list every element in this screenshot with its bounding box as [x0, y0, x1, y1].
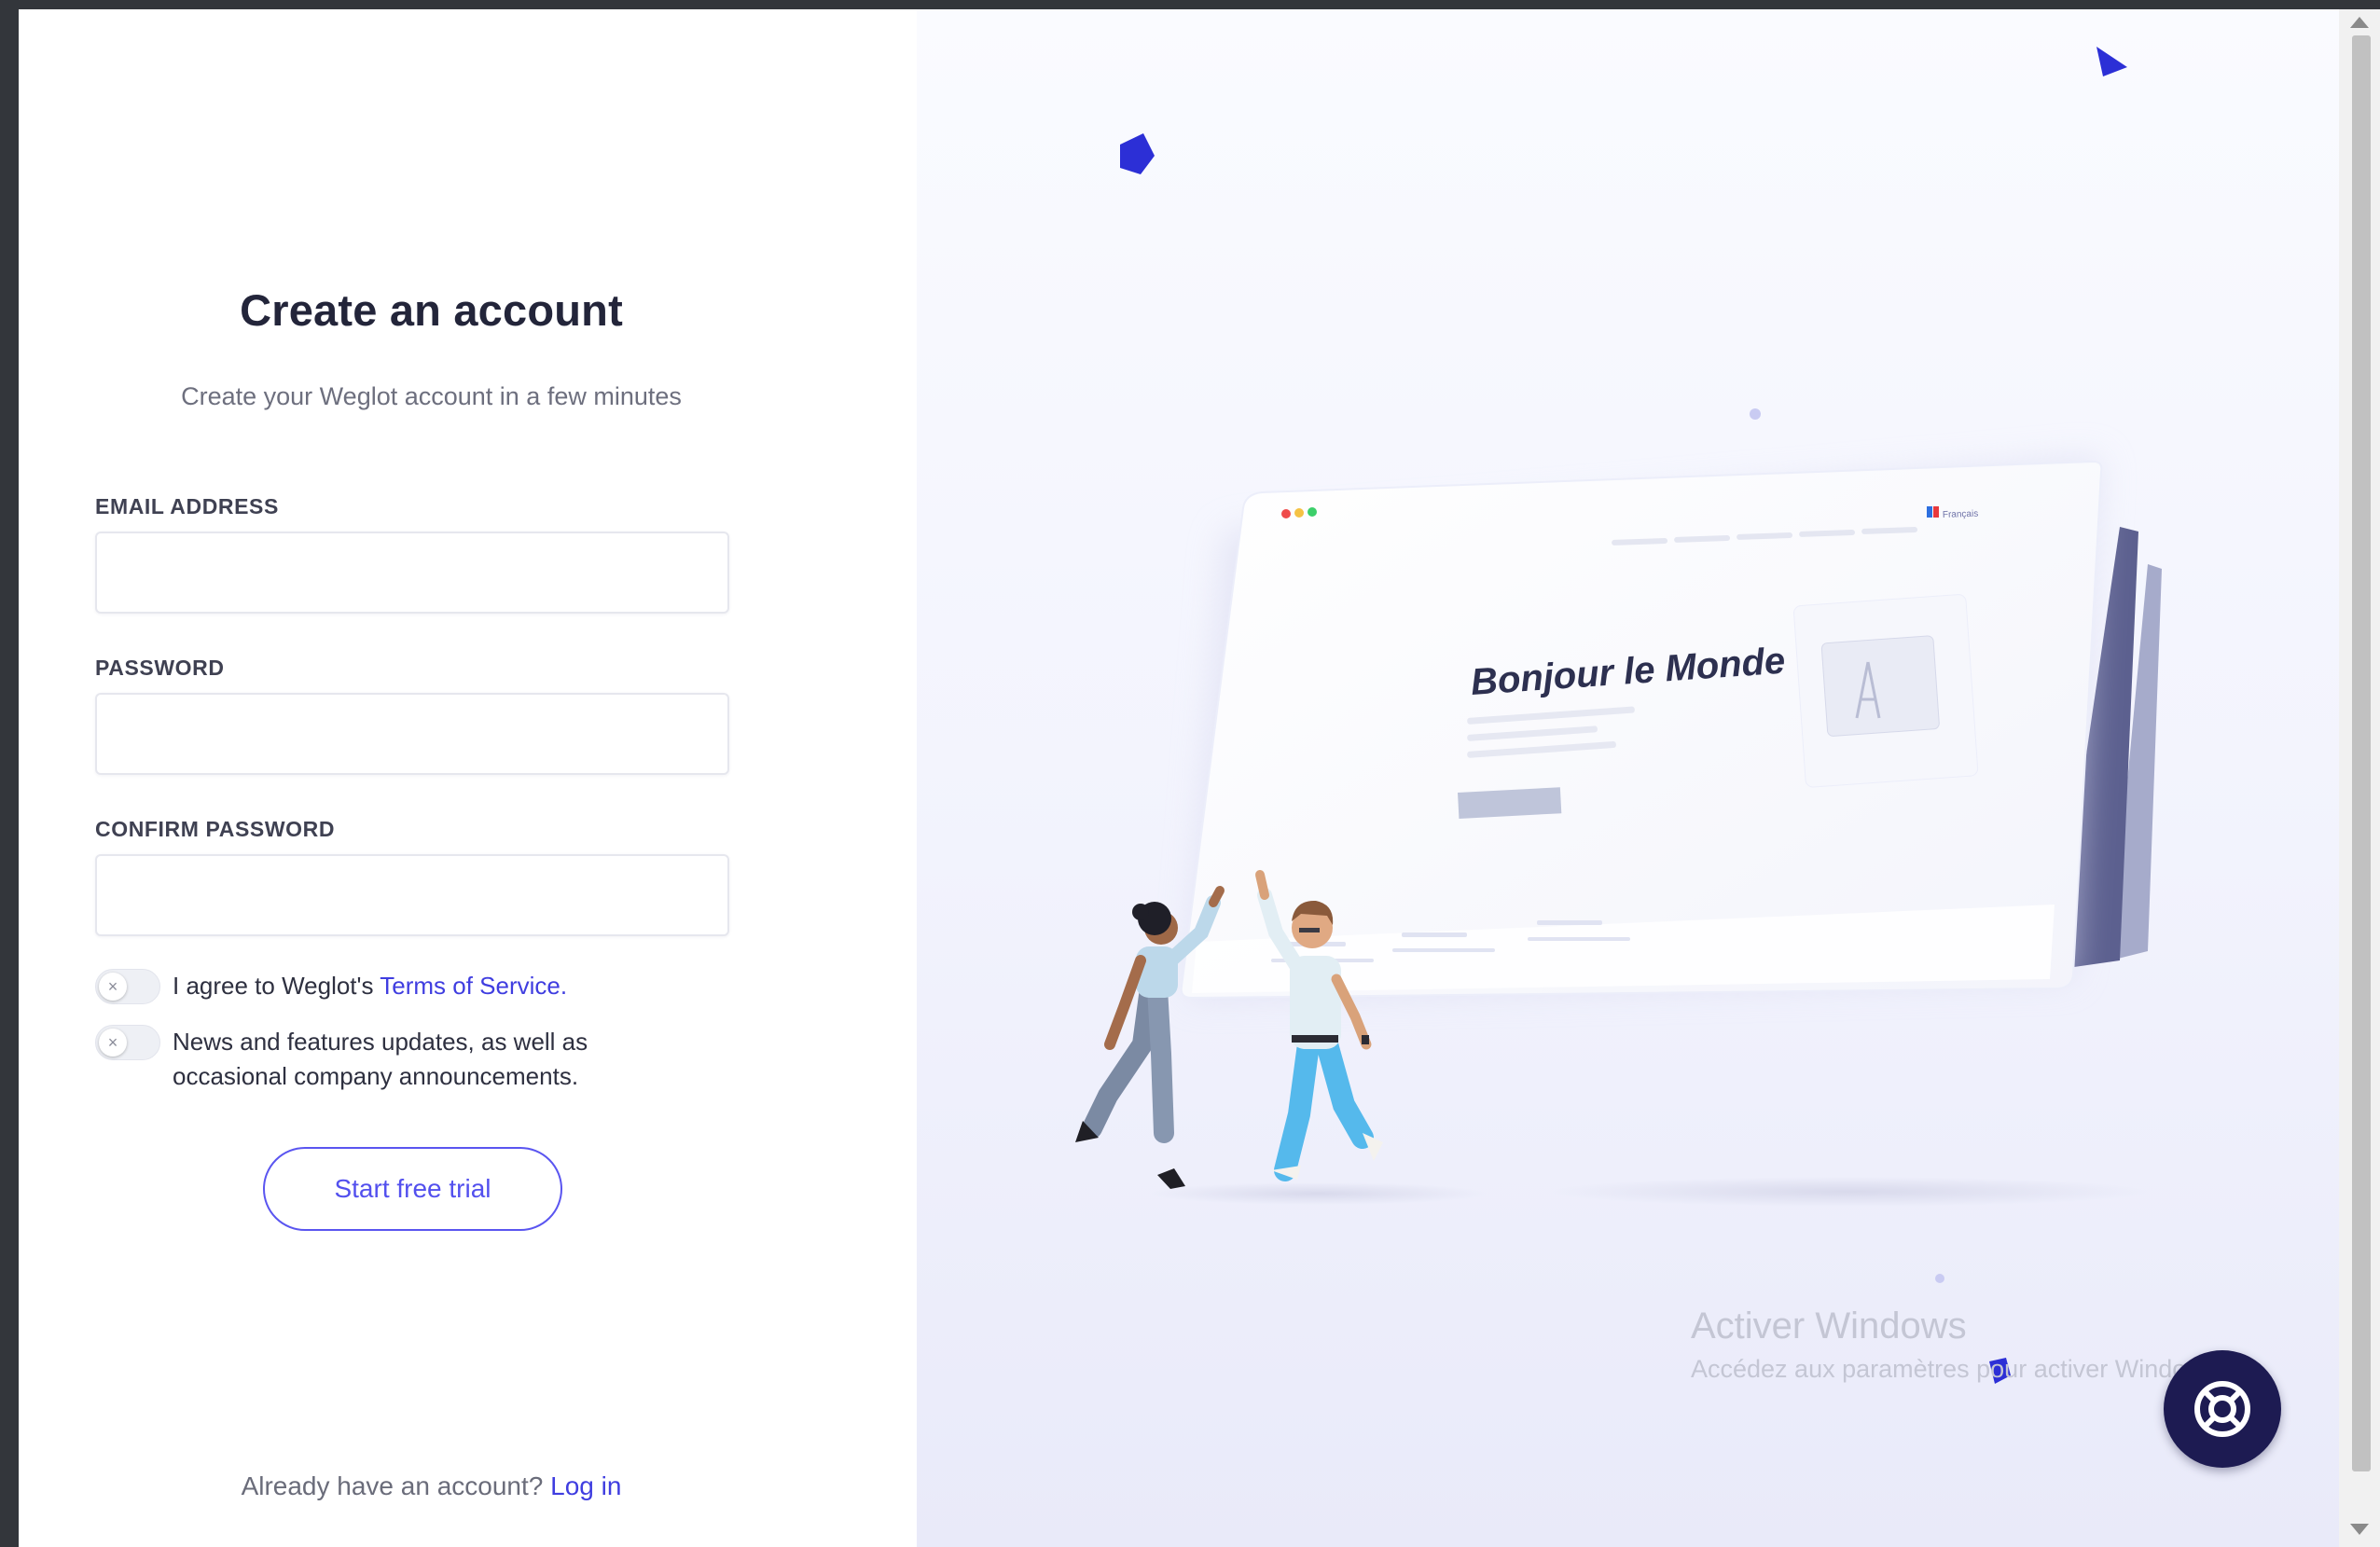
terms-text: I agree to Weglot's Terms of Service. — [173, 969, 695, 1003]
lifebuoy-icon — [2194, 1381, 2250, 1437]
close-icon: × — [99, 1029, 127, 1057]
password-field[interactable] — [95, 693, 729, 775]
terms-of-service-link[interactable]: Terms of Service. — [380, 972, 567, 1000]
close-icon: × — [99, 973, 127, 1001]
page-subtitle: Create your Weglot account in a few minu… — [181, 382, 682, 410]
scroll-down-icon[interactable] — [2350, 1524, 2369, 1535]
log-in-link[interactable]: Log in — [550, 1471, 621, 1500]
terms-label: I agree to Weglot's — [173, 972, 381, 1000]
email-field[interactable] — [95, 532, 729, 614]
email-label: EMAIL ADDRESS — [95, 494, 279, 518]
browser-viewport: Create an account Create your Weglot acc… — [19, 9, 2380, 1547]
decor-shape — [2096, 47, 2127, 76]
decor-shape — [1120, 133, 1155, 174]
watermark-title: Activer Windows — [1691, 1305, 1967, 1347]
confirm-password-field[interactable] — [95, 854, 729, 936]
floor-shadow — [1551, 1177, 2148, 1207]
floor-shadow — [1150, 1182, 1486, 1205]
confirm-password-label: CONFIRM PASSWORD — [95, 817, 336, 841]
mockup-button — [1458, 787, 1562, 819]
login-prompt-text: Already have an account? — [241, 1471, 544, 1500]
start-free-trial-button[interactable]: Start free trial — [263, 1147, 562, 1231]
decor-dot — [1935, 1274, 1944, 1283]
illustration-panel: Français Bonjour le Monde ! Activer Wind… — [917, 9, 2339, 1547]
watermark-subtitle: Accédez aux paramètres pour activer Wind… — [1691, 1355, 2224, 1383]
newsletter-text: News and features updates, as well as oc… — [173, 1028, 588, 1090]
language-badge: Français — [1943, 509, 1979, 520]
terms-toggle[interactable]: × — [95, 969, 160, 1004]
login-prompt: Already have an account? Log in — [19, 1471, 844, 1501]
help-button[interactable] — [2164, 1350, 2281, 1468]
woman-figure — [1075, 886, 1225, 1189]
scroll-up-icon[interactable] — [2350, 17, 2369, 28]
window-dot — [1308, 507, 1317, 517]
scrollbar-thumb[interactable] — [2352, 35, 2371, 1471]
signup-panel: Create an account Create your Weglot acc… — [19, 9, 917, 1547]
newsletter-toggle[interactable]: × — [95, 1025, 160, 1060]
password-label: PASSWORD — [95, 656, 225, 680]
decor-dot — [1750, 408, 1761, 420]
vertical-scrollbar[interactable] — [2339, 9, 2380, 1547]
page-title: Create an account — [240, 285, 623, 335]
window-dot — [1281, 509, 1291, 518]
window-dot — [1294, 508, 1304, 518]
windows-activation-watermark: Activer Windows Accédez aux paramètres p… — [1691, 1305, 2224, 1384]
